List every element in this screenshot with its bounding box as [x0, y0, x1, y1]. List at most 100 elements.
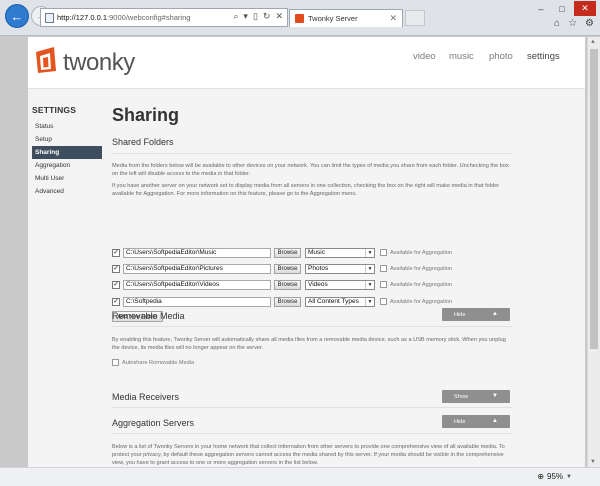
aggregation-servers-description: Below is a list of Twonky Servers in you…: [112, 444, 505, 466]
aggregation-checkbox[interactable]: [380, 298, 387, 305]
scrollbar-thumb[interactable]: [590, 49, 598, 349]
folder-enabled-checkbox[interactable]: [112, 280, 120, 289]
vertical-scrollbar[interactable]: ▲ ▼: [587, 37, 600, 467]
nav-settings[interactable]: settings: [527, 51, 560, 62]
browse-button[interactable]: Browse: [274, 296, 301, 307]
divider: [112, 407, 512, 408]
removable-media-hide-button[interactable]: Hide ▲: [442, 308, 510, 321]
tab-close-icon[interactable]: ✕: [389, 13, 397, 24]
shared-folders-intro: Media from the folders below will be ava…: [112, 163, 509, 177]
search-icon[interactable]: ⌕: [233, 11, 238, 22]
url-path: :9000/webconfig#sharing: [107, 13, 191, 22]
aggregation-checkbox[interactable]: [380, 265, 387, 272]
sidebar-item-setup[interactable]: Setup: [32, 133, 102, 146]
removable-media-description: By enabling this feature, Twonky Server …: [112, 337, 506, 351]
divider: [112, 326, 512, 327]
stop-icon[interactable]: ✕: [275, 11, 283, 22]
browser-tab[interactable]: Twonky Server ✕: [289, 9, 403, 27]
web-page: twonky video music photo settings SETTIN…: [28, 37, 585, 467]
folder-row: C:\Users\SoftpediaEditor\Music Browse Mu…: [112, 247, 452, 258]
folder-path-input[interactable]: C:\Users\SoftpediaEditor\Music: [123, 247, 271, 258]
media-type-value: All Content Types: [308, 298, 359, 305]
compat-icon[interactable]: ▯: [253, 11, 258, 22]
refresh-icon[interactable]: ↻: [263, 11, 271, 22]
page-icon: [45, 13, 54, 23]
folder-row: C:\Softpedia Browse All Content Types ▼ A…: [112, 296, 452, 307]
sidebar-item-multi-user[interactable]: Multi User: [32, 172, 102, 185]
aggregation-checkbox[interactable]: [380, 249, 387, 256]
aggregation-checkbox[interactable]: [380, 281, 387, 288]
page-title: Sharing: [112, 105, 180, 125]
scroll-down-icon[interactable]: ▼: [590, 459, 596, 465]
chevron-down-icon: ▼: [492, 393, 498, 399]
sidebar-item-status[interactable]: Status: [32, 120, 102, 133]
media-type-select[interactable]: All Content Types ▼: [305, 296, 375, 307]
folder-enabled-checkbox[interactable]: [112, 264, 120, 273]
main-content: Sharing Shared Folders Media from the fo…: [112, 105, 512, 467]
dropdown-icon[interactable]: ▾: [243, 11, 248, 22]
sidebar-title: SETTINGS: [32, 105, 77, 115]
nav-music[interactable]: music: [449, 51, 474, 62]
maximize-icon[interactable]: □: [553, 1, 571, 16]
scroll-up-icon[interactable]: ▲: [590, 39, 596, 45]
aggregation-servers-section: Aggregation Servers Hide ▲ Below is a li…: [112, 415, 512, 467]
folder-path-input[interactable]: C:\Softpedia: [123, 296, 271, 307]
back-button[interactable]: ←: [5, 4, 29, 28]
chevron-down-icon: ▼: [365, 248, 374, 257]
autoshare-row: Autoshare Removable Media: [112, 359, 194, 366]
sidebar-item-advanced[interactable]: Advanced: [32, 185, 102, 198]
nav-video[interactable]: video: [413, 51, 436, 62]
status-bar: ⊕ 95% ▼: [0, 467, 600, 486]
tab-title: Twonky Server: [308, 14, 358, 23]
browse-button[interactable]: Browse: [274, 263, 301, 274]
media-type-value: Photos: [308, 265, 329, 272]
folder-row: C:\Users\SoftpediaEditor\Pictures Browse…: [112, 263, 452, 274]
divider: [112, 433, 512, 434]
media-type-select[interactable]: Photos ▼: [305, 263, 375, 274]
browse-button[interactable]: Browse: [274, 279, 301, 290]
sidebar-item-sharing[interactable]: Sharing: [32, 146, 102, 159]
folder-path-input[interactable]: C:\Users\SoftpediaEditor\Pictures: [123, 263, 271, 274]
media-type-select[interactable]: Videos ▼: [305, 279, 375, 290]
logo-text: twonky: [63, 49, 135, 76]
shared-folders-section: Shared Folders Media from the folders be…: [112, 137, 512, 198]
toggle-label: Hide: [454, 311, 466, 318]
aggregation-label: Available for Aggregation: [390, 298, 453, 305]
folder-path-input[interactable]: C:\Users\SoftpediaEditor\Videos: [123, 279, 271, 290]
address-bar[interactable]: http://127.0.0.1:9000/webconfig#sharing …: [40, 8, 288, 27]
aggregation-label: Available for Aggregation: [390, 281, 453, 288]
zoom-control[interactable]: ⊕ 95% ▼: [537, 472, 572, 481]
gear-icon[interactable]: ⚙: [585, 18, 594, 29]
media-type-value: Music: [308, 249, 325, 256]
settings-sidebar: SETTINGS Status Setup Sharing Aggregatio…: [32, 105, 102, 198]
autoshare-label: Autoshare Removable Media: [122, 359, 195, 366]
twonky-favicon-icon: [295, 14, 304, 23]
home-icon[interactable]: ⌂: [554, 18, 560, 29]
close-window-icon[interactable]: ✕: [574, 1, 596, 16]
folder-enabled-checkbox[interactable]: [112, 248, 120, 257]
zoom-icon: ⊕: [537, 472, 545, 481]
shared-folders-aggregation-info: If you have another server on your netwo…: [112, 183, 500, 197]
site-header: twonky video music photo settings: [28, 37, 585, 89]
removable-media-section: Removable Media Hide ▲ By enabling this …: [112, 308, 512, 366]
minimize-icon[interactable]: –: [532, 1, 550, 16]
chevron-down-icon: ▼: [566, 473, 572, 480]
folder-enabled-checkbox[interactable]: [112, 297, 120, 306]
autoshare-checkbox[interactable]: [112, 359, 119, 366]
chevron-down-icon: ▼: [365, 297, 374, 306]
address-tools: ⌕ ▾ ▯ ↻ ✕: [233, 11, 283, 22]
toggle-label: Show: [454, 393, 468, 400]
toggle-label: Hide: [454, 418, 466, 425]
aggregation-label: Available for Aggregation: [390, 265, 453, 272]
browse-button[interactable]: Browse: [274, 247, 301, 258]
chevron-down-icon: ▼: [365, 264, 374, 273]
media-receivers-show-button[interactable]: Show ▼: [442, 390, 510, 403]
nav-photo[interactable]: photo: [489, 51, 513, 62]
back-arrow-icon: ←: [10, 8, 24, 24]
aggregation-servers-hide-button[interactable]: Hide ▲: [442, 415, 510, 428]
sidebar-item-aggregation[interactable]: Aggregation: [32, 159, 102, 172]
media-type-select[interactable]: Music ▼: [305, 247, 375, 258]
toolbar-icons: ⌂ ☆ ⚙: [554, 18, 594, 29]
favorites-star-icon[interactable]: ☆: [568, 18, 577, 29]
new-tab-button[interactable]: [405, 10, 425, 26]
